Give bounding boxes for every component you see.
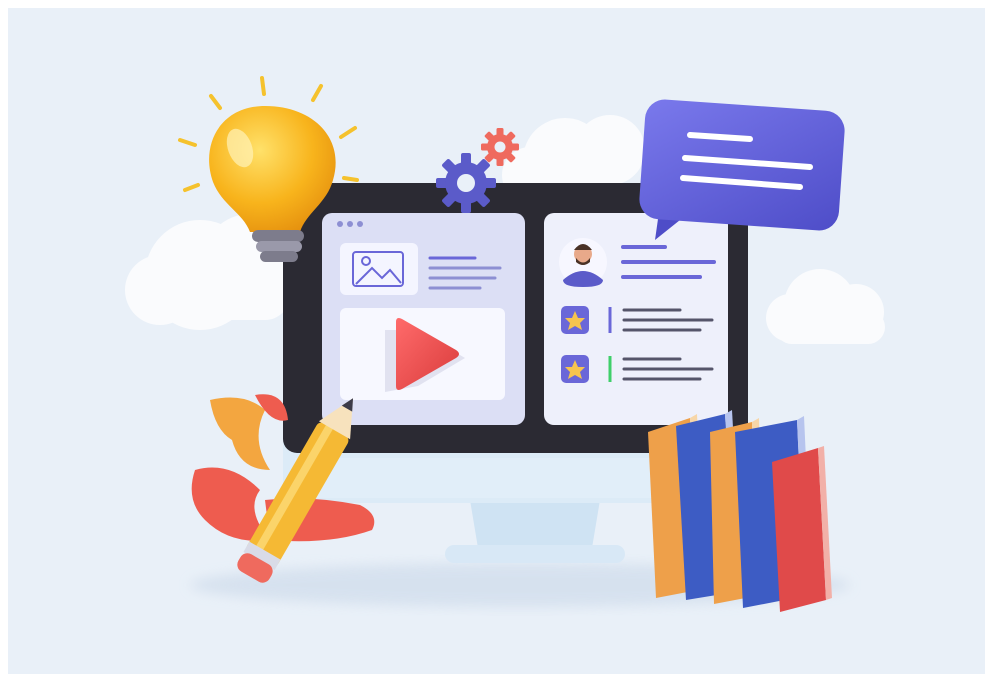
profile-panel — [544, 213, 728, 425]
chat-bubble-icon — [639, 99, 845, 240]
image-icon — [340, 243, 418, 295]
illustration-canvas — [8, 8, 985, 674]
video-panel — [322, 213, 525, 425]
gear-icon — [436, 153, 496, 213]
book-icon — [772, 446, 832, 612]
gear-icon — [481, 128, 519, 166]
e-learning-illustration — [0, 0, 993, 682]
user-avatar-icon — [559, 238, 607, 287]
star-icon — [561, 355, 589, 383]
star-icon — [561, 306, 589, 334]
